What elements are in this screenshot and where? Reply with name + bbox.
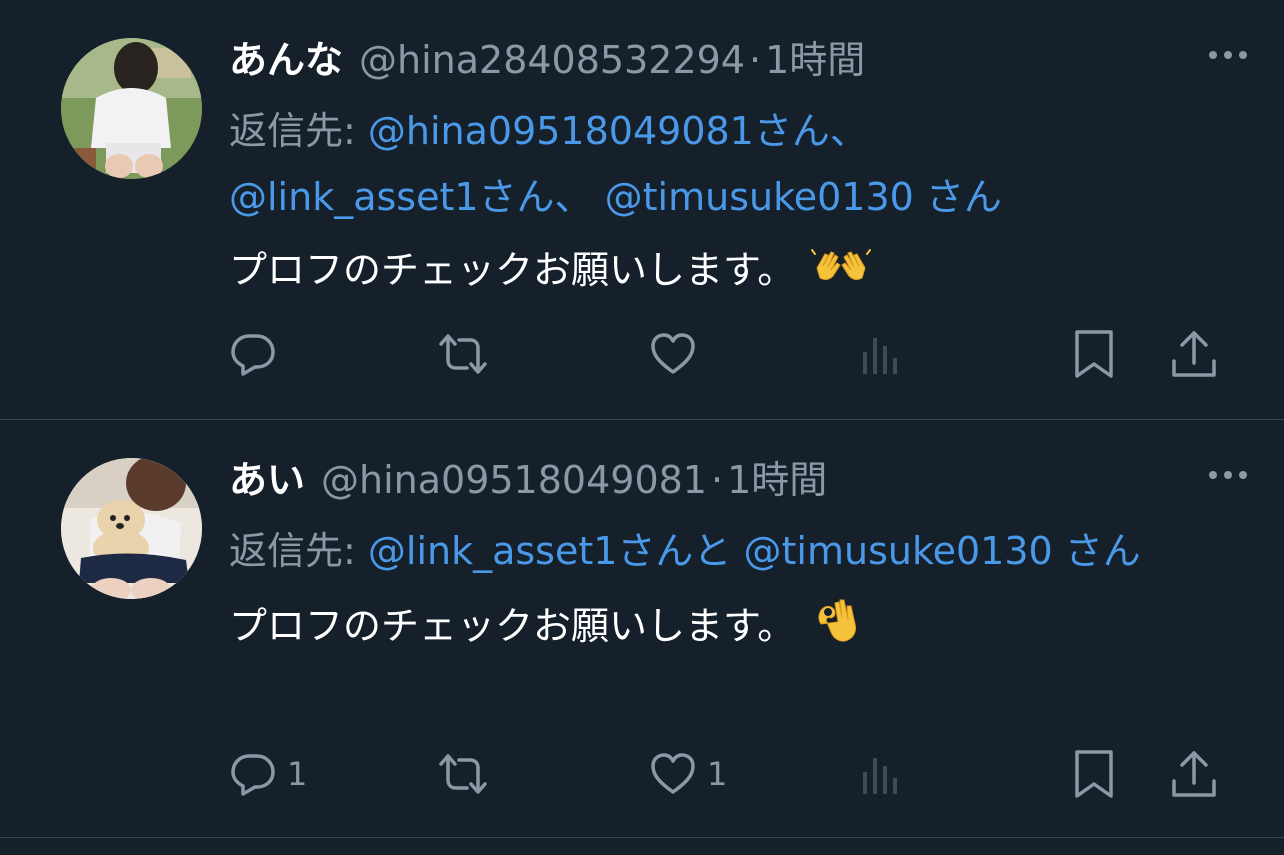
- reply-icon: [229, 750, 277, 798]
- tweet-text-content: プロフのチェックお願いします。: [229, 248, 796, 292]
- reply-to-label: 返信先:: [229, 109, 368, 153]
- retweet-icon: [437, 330, 489, 378]
- tweet[interactable]: あんな @hina28408532294 · 1時間 返信先: @hina095…: [0, 0, 1284, 420]
- retweet-icon: [437, 750, 489, 798]
- heart-icon: [649, 330, 697, 378]
- tweet-text: プロフのチェックお願いします。: [229, 594, 1250, 663]
- tweet-actions: 1 1: [229, 746, 1229, 802]
- reply-button[interactable]: [229, 326, 287, 382]
- like-count: 1: [707, 755, 728, 793]
- heart-icon: [649, 750, 697, 798]
- mention-link[interactable]: @link_asset1さん、: [229, 175, 593, 219]
- share-icon: [1170, 329, 1218, 379]
- bookmark-button[interactable]: [1072, 746, 1116, 802]
- tweet-header: あい @hina09518049081 · 1時間: [229, 450, 1250, 510]
- share-button[interactable]: [1170, 326, 1218, 382]
- avatar[interactable]: [61, 38, 202, 179]
- retweet-button[interactable]: [437, 326, 499, 382]
- tweet-body: あんな @hina28408532294 · 1時間 返信先: @hina095…: [229, 30, 1250, 303]
- reply-to-line: 返信先: @link_asset1さんと @timusuke0130 さん: [229, 518, 1229, 584]
- tweet-body: あい @hina09518049081 · 1時間 返信先: @link_ass…: [229, 450, 1250, 663]
- like-button[interactable]: 1: [649, 746, 727, 802]
- clapping-hands-emoji: [811, 243, 872, 303]
- views-button[interactable]: [861, 746, 901, 802]
- share-icon: [1170, 749, 1218, 799]
- user-handle[interactable]: @hina09518049081: [321, 450, 707, 510]
- mention-link[interactable]: @timusuke0130 さん: [744, 529, 1141, 573]
- views-icon: [861, 330, 901, 378]
- display-name[interactable]: あい: [229, 450, 305, 510]
- tweet-header: あんな @hina28408532294 · 1時間: [229, 30, 1250, 90]
- reply-to-label: 返信先:: [229, 529, 368, 573]
- bookmark-icon: [1072, 329, 1116, 379]
- bookmark-button[interactable]: [1072, 326, 1116, 382]
- avatar[interactable]: [61, 458, 202, 599]
- views-button[interactable]: [861, 326, 901, 382]
- timestamp[interactable]: 1時間: [727, 450, 827, 510]
- tweet-text: プロフのチェックお願いします。: [229, 240, 1250, 303]
- mention-link[interactable]: @hina09518049081さん、: [368, 109, 868, 153]
- mention-link[interactable]: @timusuke0130 さん: [605, 175, 1002, 219]
- separator-dot: ·: [748, 38, 762, 82]
- ok-hand-emoji: [811, 594, 861, 663]
- timestamp[interactable]: 1時間: [765, 30, 865, 90]
- reply-count: 1: [287, 755, 308, 793]
- reply-to-line: 返信先: @hina09518049081さん、 @link_asset1さん、…: [229, 98, 1229, 230]
- mention-link[interactable]: @link_asset1さんと: [368, 529, 732, 573]
- reply-button[interactable]: 1: [229, 746, 307, 802]
- timeline: あんな @hina28408532294 · 1時間 返信先: @hina095…: [0, 0, 1284, 838]
- tweet-actions: [229, 326, 1229, 382]
- more-icon[interactable]: [1206, 40, 1250, 70]
- tweet[interactable]: あい @hina09518049081 · 1時間 返信先: @link_ass…: [0, 420, 1284, 838]
- bookmark-icon: [1072, 749, 1116, 799]
- retweet-button[interactable]: [437, 746, 499, 802]
- tweet-text-content: プロフのチェックお願いします。: [229, 604, 796, 648]
- reply-icon: [229, 330, 277, 378]
- views-icon: [861, 750, 901, 798]
- separator-dot: ·: [710, 458, 724, 502]
- display-name[interactable]: あんな: [229, 30, 343, 90]
- user-handle[interactable]: @hina28408532294: [359, 30, 745, 90]
- more-icon[interactable]: [1206, 460, 1250, 490]
- like-button[interactable]: [649, 326, 707, 382]
- share-button[interactable]: [1170, 746, 1218, 802]
